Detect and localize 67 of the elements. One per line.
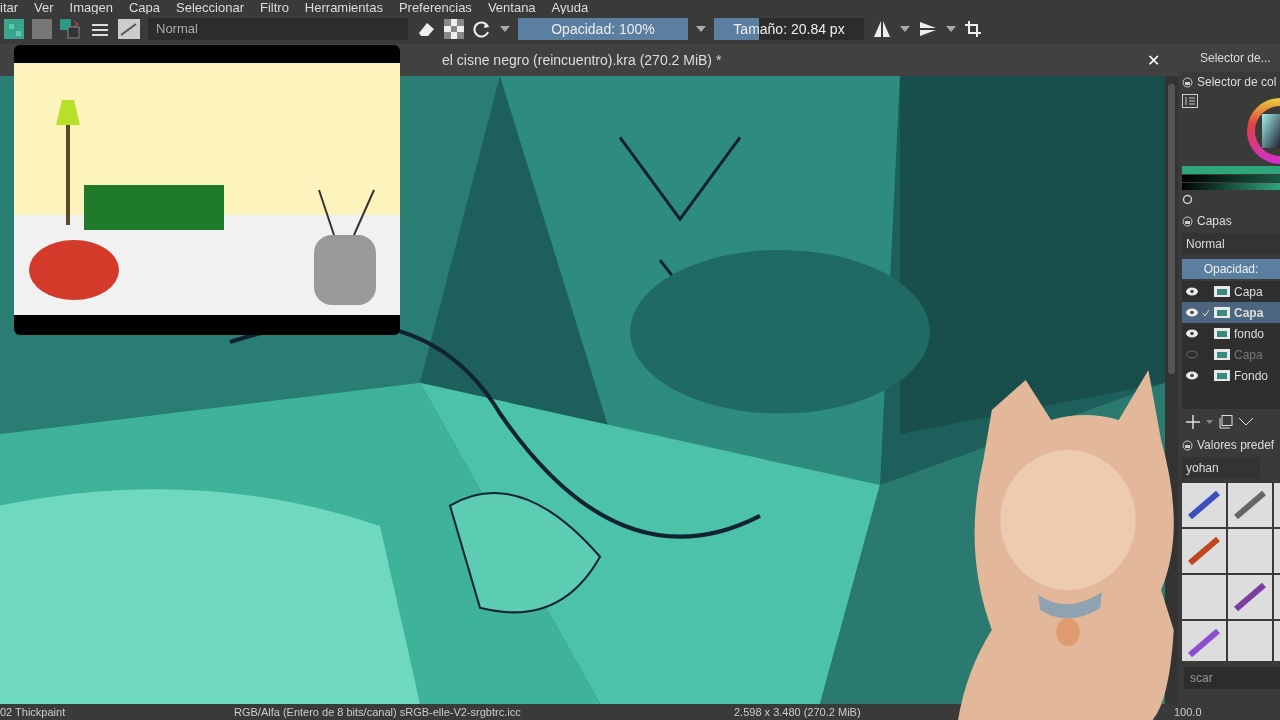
layer-name: Capa: [1234, 305, 1264, 320]
layer-name: Capa: [1234, 347, 1263, 362]
checker-icon[interactable]: [444, 19, 464, 39]
caret-icon[interactable]: [900, 26, 910, 32]
refresh-icon[interactable]: [1182, 194, 1193, 205]
menu-item[interactable]: Filtro: [259, 1, 289, 14]
caret-icon[interactable]: [500, 26, 510, 32]
layer-row[interactable]: Fondo: [1182, 365, 1280, 386]
blend-mode-dropdown[interactable]: Normal: [1182, 233, 1280, 255]
opacity-slider[interactable]: Opacidad: 100%: [518, 18, 688, 40]
scrollbar-thumb[interactable]: [1168, 84, 1175, 374]
lock-icon[interactable]: [1182, 439, 1193, 451]
menu-item[interactable]: Imagen: [69, 1, 113, 14]
blend-mode-dropdown[interactable]: Normal: [148, 18, 408, 40]
layer-opacity-slider[interactable]: Opacidad:: [1182, 259, 1280, 279]
menu-item[interactable]: Ver: [34, 1, 54, 14]
chevron-down-icon[interactable]: [1239, 418, 1253, 426]
duplicate-icon[interactable]: [1219, 415, 1233, 429]
tag-dropdown[interactable]: yohan: [1182, 457, 1260, 479]
caret-icon[interactable]: [696, 26, 706, 32]
layer-thumbnail: [1214, 328, 1230, 339]
menu-item[interactable]: Ayuda: [551, 1, 589, 14]
menu-item[interactable]: Herramientas: [304, 1, 383, 14]
close-button[interactable]: ✕: [1147, 50, 1160, 70]
reload-icon[interactable]: [472, 19, 492, 39]
caret-icon[interactable]: [946, 26, 956, 32]
menu-item[interactable]: itar: [0, 1, 19, 14]
brush-preset-icon[interactable]: [1228, 483, 1272, 527]
brush-preset-icon[interactable]: [1182, 529, 1226, 573]
menu-item[interactable]: Capa: [128, 1, 161, 14]
list-icon[interactable]: [1182, 94, 1198, 108]
layer-thumbnail: [1214, 286, 1230, 297]
status-text: 02 Thickpaint: [0, 706, 67, 718]
layer-name: Fondo: [1234, 368, 1269, 383]
docker-title: Capas: [1197, 214, 1232, 228]
docker-title: Valores predef: [1197, 438, 1275, 452]
mirror-horizontal-icon[interactable]: [872, 19, 892, 39]
layer-thumbnail: [1214, 370, 1230, 381]
status-text: 100.0: [1174, 706, 1202, 718]
docker-title: Selector de col: [1197, 75, 1277, 89]
status-text: 2.598 x 3.480 (270.2 MiB): [734, 706, 862, 718]
docker-tab[interactable]: Selector de...: [1178, 44, 1280, 72]
layer-name: Capa: [1234, 284, 1263, 299]
lock-icon[interactable]: [1182, 215, 1193, 227]
layer-row[interactable]: Capa: [1182, 302, 1280, 323]
layer-row[interactable]: Capa: [1182, 281, 1280, 302]
brush-preset-icon[interactable]: [118, 19, 140, 39]
lock-icon[interactable]: [1182, 76, 1193, 88]
menu-item[interactable]: Seleccionar: [176, 1, 244, 14]
color-swatch-icon[interactable]: [60, 19, 82, 39]
menu-item[interactable]: Ventana: [487, 1, 536, 14]
brush-preset-icon[interactable]: [1182, 483, 1226, 527]
brush-preset-icon[interactable]: [1182, 621, 1226, 661]
menu-item[interactable]: Preferencias: [398, 1, 472, 14]
layer-row[interactable]: fondo: [1182, 323, 1280, 344]
layer-thumbnail: [1214, 307, 1230, 318]
brush-preset-icon[interactable]: [1228, 575, 1272, 619]
color-sliders[interactable]: [1182, 166, 1280, 190]
add-icon[interactable]: [1186, 415, 1200, 429]
status-text: RGB/Alfa (Entero de 8 bits/canal) sRGB-elle-V2-srgbtrc.icc: [234, 706, 522, 718]
crop-icon[interactable]: [964, 20, 982, 38]
search-field[interactable]: scar: [1184, 667, 1280, 689]
check-icon: [1202, 308, 1210, 317]
layer-thumbnail: [1214, 349, 1230, 360]
caret-icon[interactable]: [1206, 420, 1213, 424]
mirror-vertical-icon[interactable]: [918, 19, 938, 39]
layer-name: fondo: [1234, 326, 1265, 341]
